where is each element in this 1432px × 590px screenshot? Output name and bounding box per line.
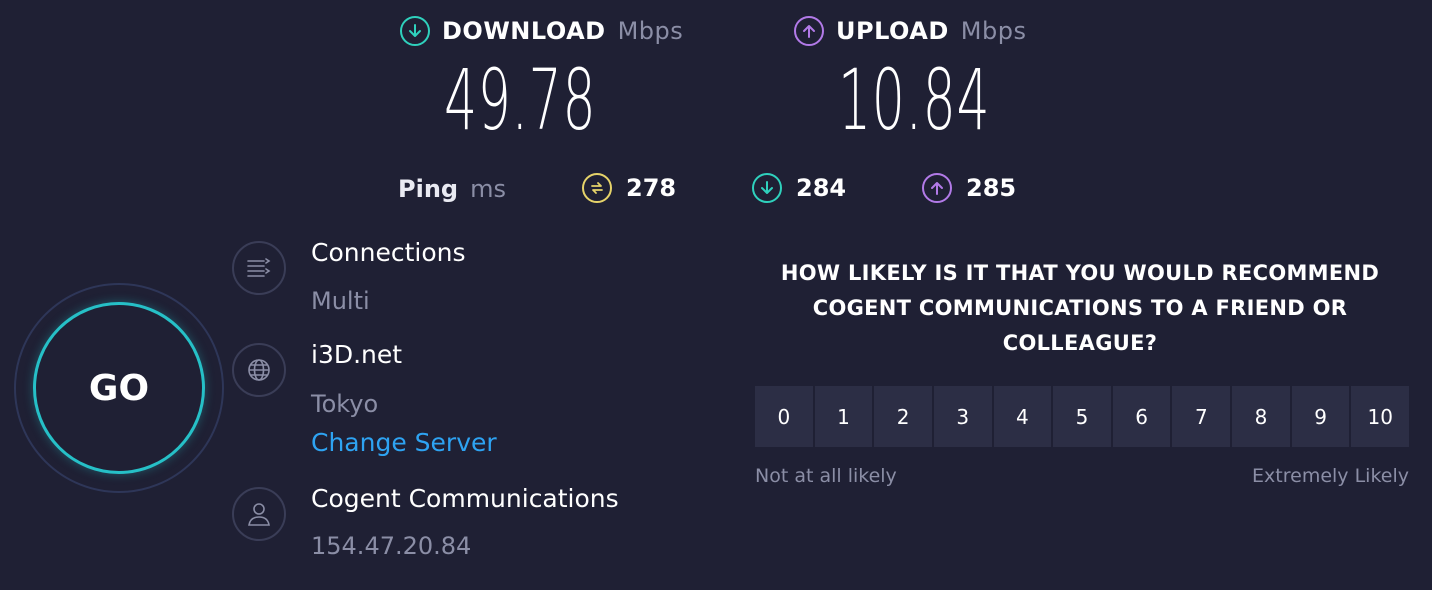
download-label: DOWNLOAD: [442, 17, 606, 45]
rating-option-0[interactable]: 0: [755, 386, 813, 447]
rating-option-3[interactable]: 3: [933, 386, 992, 447]
server-location: Tokyo: [311, 390, 379, 418]
rating-option-1[interactable]: 1: [814, 386, 873, 447]
connections-title: Connections: [311, 238, 466, 267]
ping-idle-value: 278: [626, 174, 677, 202]
download-value: 49.78: [444, 51, 597, 149]
server-name: i3D.net: [311, 340, 403, 369]
upload-unit: Mbps: [960, 17, 1027, 45]
download-ping-icon: [752, 173, 782, 203]
ping-download: 284: [752, 173, 846, 203]
upload-arrow-icon: [794, 16, 824, 46]
provider-ip: 154.47.20.84: [311, 532, 472, 560]
upload-value: 10.84: [838, 51, 991, 149]
rating-option-6[interactable]: 6: [1112, 386, 1171, 447]
upload-ping-icon: [922, 173, 952, 203]
ping-download-value: 284: [796, 174, 847, 202]
scale-high-label: Extremely Likely: [1252, 465, 1409, 487]
ping-text: Ping: [398, 175, 459, 203]
download-header: DOWNLOAD Mbps: [400, 16, 683, 46]
upload-header: UPLOAD Mbps: [794, 16, 1026, 46]
rating-option-2[interactable]: 2: [874, 386, 932, 447]
idle-ping-icon: [582, 173, 612, 203]
download-arrow-icon: [400, 16, 430, 46]
ping-upload: 285: [922, 173, 1016, 203]
rating-option-8[interactable]: 8: [1232, 386, 1290, 447]
scale-low-label: Not at all likely: [755, 465, 897, 487]
ping-idle: 278: [582, 173, 676, 203]
upload-label: UPLOAD: [836, 17, 949, 45]
connections-value: Multi: [311, 287, 370, 315]
change-server-link[interactable]: Change Server: [311, 428, 497, 457]
globe-icon: [232, 343, 286, 397]
provider-name: Cogent Communications: [311, 484, 619, 513]
connections-icon[interactable]: [232, 241, 286, 295]
rating-option-10[interactable]: 10: [1351, 386, 1410, 447]
rating-option-4[interactable]: 4: [993, 386, 1052, 447]
rating-option-5[interactable]: 5: [1053, 386, 1111, 447]
ping-label: Ping ms: [398, 175, 506, 203]
rating-scale: 0 1 2 3 4 5 6 7 8 9 10: [755, 386, 1410, 447]
go-button[interactable]: GO: [33, 302, 205, 474]
ping-upload-value: 285: [966, 174, 1017, 202]
rating-option-7[interactable]: 7: [1172, 386, 1231, 447]
survey-question: HOW LIKELY IS IT THAT YOU WOULD RECOMMEN…: [780, 261, 1380, 355]
ping-unit: ms: [470, 175, 506, 203]
user-icon: [232, 487, 286, 541]
rating-option-9[interactable]: 9: [1291, 386, 1350, 447]
download-unit: Mbps: [617, 17, 684, 45]
